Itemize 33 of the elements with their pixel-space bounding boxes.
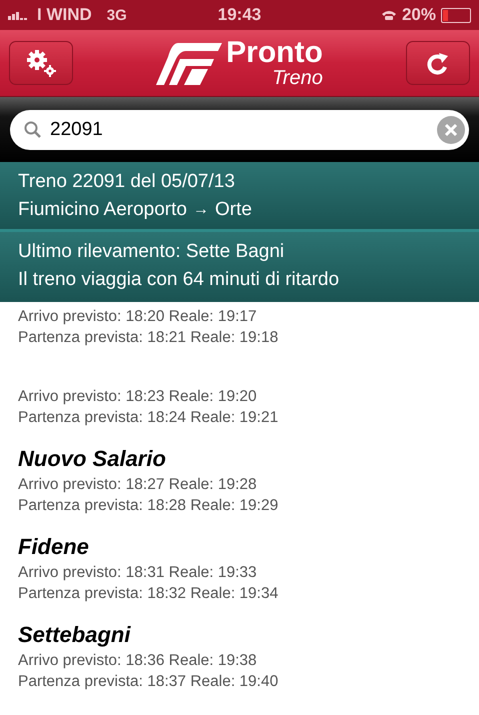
arrival-time: Arrivo previsto: 18:31 Reale: 19:33	[18, 563, 258, 583]
battery-icon	[440, 8, 471, 22]
departure-time: Partenza prevista: 18:37 Reale: 19:40	[18, 672, 280, 692]
network-type: 3G	[106, 6, 127, 24]
departure-time: Partenza prevista: 18:32 Reale: 19:34	[18, 584, 280, 604]
departure-time: Partenza prevista: 18:21 Reale: 19:18	[18, 328, 280, 348]
arrival-time: Arrivo previsto: 18:20 Reale: 19:17	[18, 307, 258, 327]
station-name: Settebagni	[18, 621, 132, 649]
refresh-icon	[427, 51, 449, 75]
last-detection: Ultimo rilevamento: Sette Bagni	[18, 240, 286, 264]
battery-percent: 20%	[402, 5, 436, 25]
departure-time: Partenza prevista: 18:24 Reale: 19:21	[18, 408, 280, 428]
app-subtitle: Treno	[272, 68, 323, 88]
arrival-time: Arrivo previsto: 18:36 Reale: 19:38	[18, 651, 258, 671]
gears-icon	[24, 48, 58, 78]
origin-station: Fiumicino Aeroporto	[18, 198, 187, 222]
arrival-time: Arrivo previsto: 18:23 Reale: 19:20	[18, 387, 258, 407]
settings-button[interactable]	[9, 41, 73, 85]
station-name: Fidene	[18, 533, 90, 561]
search-icon	[24, 120, 42, 138]
destination-station: Orte	[214, 198, 252, 222]
app-title: Pronto	[226, 38, 323, 68]
departure-time: Partenza prevista: 18:28 Reale: 19:29	[18, 496, 280, 516]
search-field[interactable]: 22091	[10, 110, 469, 150]
station-name: Nuovo Salario	[18, 445, 167, 473]
status-time: 19:43	[218, 5, 262, 25]
delay-info: Il treno viaggia con 64 minuti di ritardo	[18, 268, 340, 292]
train-title: Treno 22091 del 05/07/13	[18, 170, 236, 194]
refresh-button[interactable]	[406, 41, 470, 85]
carrier-name: I WIND	[37, 5, 92, 25]
arrival-time: Arrivo previsto: 18:27 Reale: 19:28	[18, 475, 258, 495]
phone-icon	[380, 9, 397, 21]
route-arrow: →	[192, 200, 209, 220]
